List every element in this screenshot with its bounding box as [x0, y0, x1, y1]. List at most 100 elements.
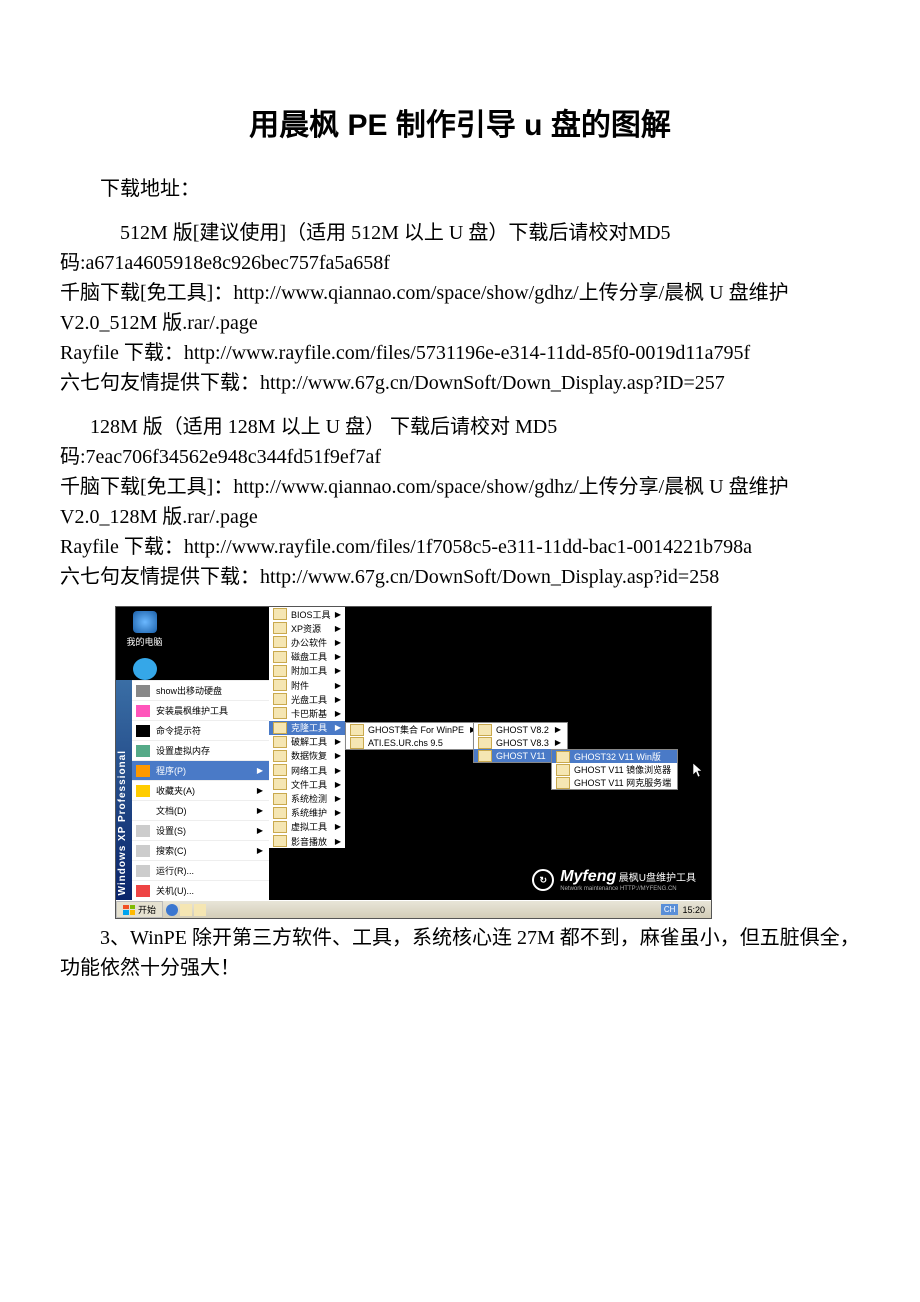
quick-launch	[166, 904, 206, 916]
menu-item-icon	[136, 845, 150, 857]
folder-icon	[273, 835, 287, 847]
start-menu-item[interactable]: 命令提示符	[116, 720, 269, 740]
ql-explorer-icon[interactable]	[194, 904, 206, 916]
menu-item-icon	[136, 765, 150, 777]
folder-icon	[273, 665, 287, 677]
programs-menu-item[interactable]: 文件工具▶	[269, 777, 345, 791]
programs-menu-item[interactable]: 网络工具▶	[269, 763, 345, 777]
chevron-right-icon: ▶	[335, 610, 341, 619]
menu-item-icon	[136, 705, 150, 717]
chevron-right-icon: ▶	[257, 826, 263, 835]
start-menu-item[interactable]: 安装晨枫维护工具	[116, 700, 269, 720]
folder-icon	[273, 764, 287, 776]
programs-menu-item[interactable]: 附件▶	[269, 678, 345, 692]
programs-menu-item[interactable]: 影音播放▶	[269, 834, 345, 848]
chevron-right-icon: ▶	[555, 725, 561, 734]
folder-icon	[556, 777, 570, 789]
taskbar: 开始 CH 15:20	[116, 900, 711, 918]
chevron-right-icon: ▶	[335, 624, 341, 633]
myfeng-logo-icon: ↻	[532, 869, 554, 891]
programs-menu-item[interactable]: 系统检测▶	[269, 791, 345, 805]
start-menu-item[interactable]: 收藏夹(A)▶	[116, 780, 269, 800]
folder-icon	[273, 679, 287, 691]
submenu-item[interactable]: GHOST V11 网克服务端	[552, 776, 677, 789]
folder-icon	[273, 821, 287, 833]
para-128m-rayfile: Rayfile 下载：http://www.rayfile.com/files/…	[60, 532, 860, 562]
programs-menu-item[interactable]: 系统维护▶	[269, 806, 345, 820]
folder-icon	[273, 722, 287, 734]
language-indicator[interactable]: CH	[661, 904, 679, 915]
winxp-strip-label: Windows XP Professional	[117, 750, 128, 896]
submenu-item[interactable]: GHOST V8.3▶	[474, 736, 567, 749]
programs-menu-item[interactable]: 卡巴斯基▶	[269, 706, 345, 720]
folder-icon	[273, 622, 287, 634]
start-menu: show出移动硬盘安装晨枫维护工具命令提示符设置虚拟内存程序(P)▶收藏夹(A)…	[116, 680, 269, 900]
programs-menu-item[interactable]: 附加工具▶	[269, 664, 345, 678]
start-menu-item[interactable]: show出移动硬盘	[116, 680, 269, 700]
programs-menu-item[interactable]: XP资源▶	[269, 621, 345, 635]
chevron-right-icon: ▶	[335, 709, 341, 718]
computer-icon	[133, 611, 157, 633]
chevron-right-icon: ▶	[335, 794, 341, 803]
start-menu-item[interactable]: 关机(U)...	[116, 880, 269, 900]
chevron-right-icon: ▶	[335, 695, 341, 704]
chevron-right-icon: ▶	[555, 738, 561, 747]
programs-menu-item[interactable]: 磁盘工具▶	[269, 650, 345, 664]
chevron-right-icon: ▶	[335, 666, 341, 675]
chevron-right-icon: ▶	[335, 751, 341, 760]
folder-icon	[478, 750, 492, 762]
folder-icon	[273, 807, 287, 819]
start-menu-item[interactable]: 运行(R)...	[116, 860, 269, 880]
programs-menu-item[interactable]: 办公软件▶	[269, 635, 345, 649]
ghost-v11-submenu: GHOST32 V11 Win版GHOST V11 镜像浏览器GHOST V11…	[551, 749, 678, 790]
submenu-item[interactable]: GHOST V11 镜像浏览器	[552, 763, 677, 776]
ql-desktop-icon[interactable]	[180, 904, 192, 916]
start-menu-item[interactable]: 程序(P)▶	[116, 760, 269, 780]
programs-menu-item[interactable]: 光盘工具▶	[269, 692, 345, 706]
clone-tools-submenu: GHOST集合 For WinPE▶ATI.ES.UR.chs 9.5	[345, 722, 483, 750]
download-heading: 下载地址：	[60, 174, 860, 204]
para-512m-qiannao: 千脑下载[免工具]：http://www.qiannao.com/space/s…	[60, 278, 860, 338]
folder-icon	[273, 608, 287, 620]
myfeng-branding: ↻ Myfeng 晨枫U盘维护工具 Network maintenance HT…	[532, 868, 696, 892]
ql-ie-icon[interactable]	[166, 904, 178, 916]
folder-icon	[556, 764, 570, 776]
start-menu-item[interactable]: 设置(S)▶	[116, 820, 269, 840]
menu-item-icon	[136, 825, 150, 837]
menu-item-icon	[136, 865, 150, 877]
chevron-right-icon: ▶	[335, 837, 341, 846]
chevron-right-icon: ▶	[335, 638, 341, 647]
start-menu-item[interactable]: 文档(D)▶	[116, 800, 269, 820]
para-512m-rayfile: Rayfile 下载：http://www.rayfile.com/files/…	[60, 338, 860, 368]
folder-icon	[273, 750, 287, 762]
chevron-right-icon: ▶	[335, 681, 341, 690]
submenu-item[interactable]: GHOST V8.2▶	[474, 723, 567, 736]
clock: 15:20	[682, 905, 705, 915]
submenu-item[interactable]: ATI.ES.UR.chs 9.5	[346, 736, 482, 749]
programs-menu-item[interactable]: 破解工具▶	[269, 735, 345, 749]
start-button[interactable]: 开始	[116, 901, 163, 918]
start-menu-item[interactable]: 搜索(C)▶	[116, 840, 269, 860]
network-icon	[133, 658, 157, 680]
para-128m: 128M 版（适用 128M 以上 U 盘） 下载后请校对 MD5 码:7eac…	[60, 412, 860, 472]
submenu-item[interactable]: GHOST32 V11 Win版	[552, 750, 677, 763]
submenu-item[interactable]: GHOST集合 For WinPE▶	[346, 723, 482, 736]
para-feature-3: 3、WinPE 除开第三方软件、工具，系统核心连 27M 都不到，麻雀虽小，但五…	[60, 923, 860, 983]
embedded-screenshot: 我的电脑 网上邻居 e show出移动硬盘安装晨枫维护工具命令提示符设置虚拟内存…	[115, 606, 712, 919]
page-title: 用晨枫 PE 制作引导 u 盘的图解	[60, 100, 860, 144]
chevron-right-icon: ▶	[335, 723, 341, 732]
para-128m-67g: 六七句友情提供下载：http://www.67g.cn/DownSoft/Dow…	[60, 562, 860, 592]
menu-item-icon	[136, 805, 150, 817]
folder-icon	[273, 736, 287, 748]
programs-menu-item[interactable]: 克隆工具▶	[269, 721, 345, 735]
folder-icon	[273, 707, 287, 719]
start-menu-item[interactable]: 设置虚拟内存	[116, 740, 269, 760]
folder-icon	[273, 651, 287, 663]
programs-menu-item[interactable]: 数据恢复▶	[269, 749, 345, 763]
programs-menu-item[interactable]: BIOS工具▶	[269, 607, 345, 621]
chevron-right-icon: ▶	[335, 822, 341, 831]
programs-menu-item[interactable]: 虚拟工具▶	[269, 820, 345, 834]
chevron-right-icon: ▶	[335, 780, 341, 789]
desktop-icon-mycomputer[interactable]: 我的电脑	[116, 611, 173, 648]
folder-icon	[478, 724, 492, 736]
